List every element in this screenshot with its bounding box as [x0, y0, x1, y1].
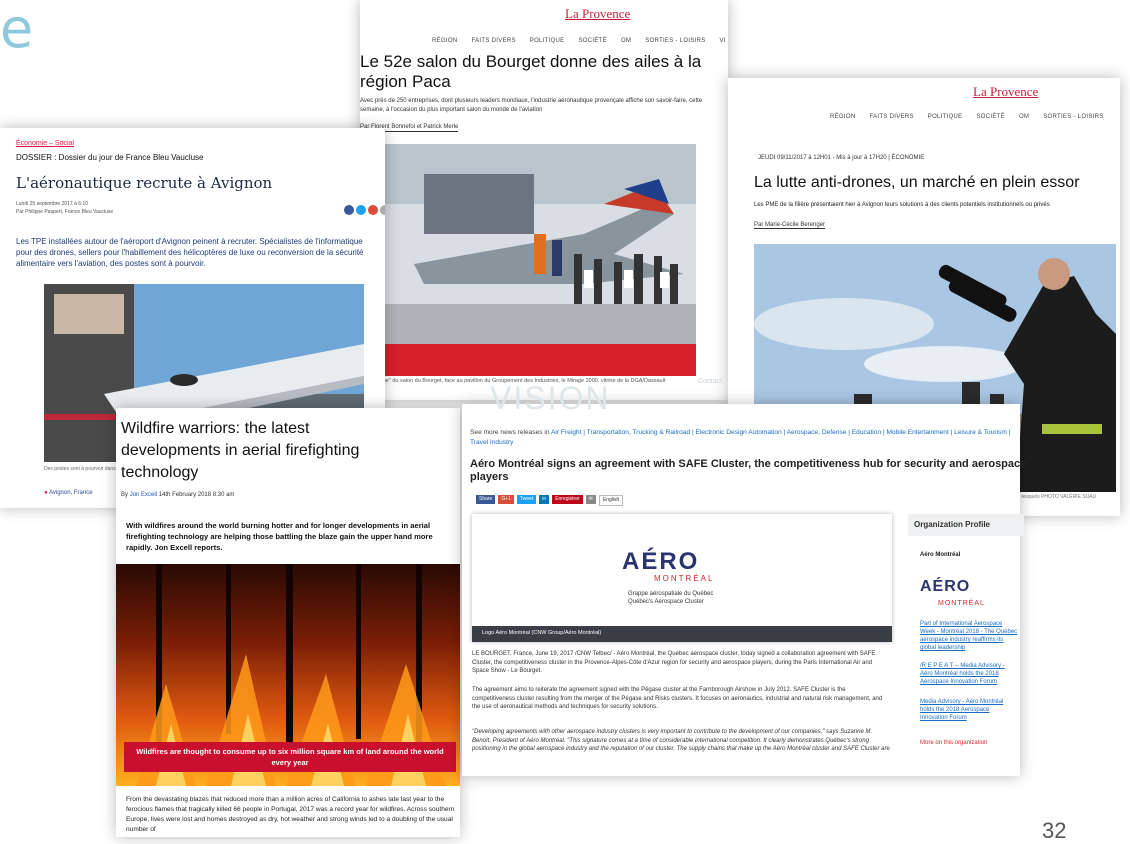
nav-item: SORTIES - LOISIRS: [1043, 114, 1104, 120]
org-news-link[interactable]: Part of International Aerospace Week - M…: [920, 620, 1018, 652]
org-news-link[interactable]: Media Advisory - Aéro Montréal holds the…: [920, 698, 1018, 722]
article-section: Économie – Social: [16, 140, 74, 147]
article-lead: Les PME de la filière présentaient hier …: [754, 202, 1050, 208]
byline-prefix: By: [121, 492, 129, 498]
org-logo: AÉRO: [920, 578, 971, 595]
share-bar: Share G+1 Tweet in Enregistrer ✉ English: [476, 495, 624, 506]
linkedin-button[interactable]: in: [539, 495, 550, 504]
twitter-icon[interactable]: [356, 205, 366, 215]
masthead: La Provence: [973, 84, 1039, 99]
organization-profile: Organization Profile Aéro Montréal AÉRO …: [908, 514, 1024, 776]
nav-item: POLITIQUE: [927, 114, 963, 120]
more-on-org-link[interactable]: More on this organization: [920, 740, 987, 746]
logo-caption: Logo Aéro Montréal (CNW Group/Aéro Montr…: [482, 630, 602, 636]
article-lead: Avec près de 250 entreprises, dont plusi…: [360, 98, 703, 113]
article-location: ● Avignon, France: [44, 490, 93, 496]
article-standfirst: With wildfires around the world burning …: [126, 521, 433, 552]
nav-item: POLITIQUE: [529, 38, 565, 44]
image-caption: Wildfires are thought to consume up to s…: [124, 742, 456, 772]
googleplus-icon[interactable]: [368, 205, 378, 215]
article-title: L'aéronautique recrute à Avignon: [16, 174, 273, 192]
airshow-photo: [384, 144, 696, 376]
clipping-aero-montreal: VISION Contact See more news releases in…: [462, 378, 1026, 776]
nav-item: FAITS DIVERS: [869, 114, 914, 120]
language-select[interactable]: English: [598, 495, 624, 506]
article-title: Le 52e salon du Bourget donne des ailes …: [360, 52, 702, 91]
share-button[interactable]: Share: [476, 495, 496, 504]
clipping-provence-salon: La Provence RÉGION FAITS DIVERS POLITIQU…: [360, 0, 728, 400]
location-label: Avignon, France: [48, 490, 93, 496]
nav-menu: RÉGION FAITS DIVERS POLITIQUE SOCIÉTÉ OM…: [830, 114, 1104, 120]
article-meta: JEUDI 09/11/2017 à 12H01 - Mis à jour à …: [758, 155, 925, 161]
facebook-icon[interactable]: [344, 205, 354, 215]
nav-item: VI: [719, 38, 726, 44]
more-share-icon[interactable]: [380, 205, 385, 215]
tweet-button[interactable]: Tweet: [516, 495, 537, 504]
release-category-links[interactable]: Air Freight | Transportation, Trucking &…: [470, 429, 1010, 446]
contact-link[interactable]: Contact: [698, 378, 722, 385]
org-profile-title: Organization Profile: [908, 514, 1024, 536]
article-byline: Par Philippe Paupert, France Bleu Vauclu…: [16, 209, 114, 215]
org-logo-subtitle: MONTRÉAL: [938, 600, 985, 607]
aero-montreal-logo: AÉRO: [622, 548, 700, 575]
logo-subtitle: MONTRÉAL: [654, 574, 715, 583]
nav-item: OM: [620, 38, 632, 44]
email-icon[interactable]: ✉: [585, 495, 596, 504]
article-date: 14th February 2018 8:30 am: [158, 492, 235, 498]
clipping-wildfire: Wildfire warriors: the latest developmen…: [116, 408, 460, 837]
logo-tagline: Grappe aérospatiale du Québec Québec's Ae…: [628, 591, 714, 605]
nav-item: OM: [1018, 114, 1030, 120]
release-paragraph: "Developing agreements with other aerosp…: [472, 729, 890, 752]
dossier-label: DOSSIER : Dossier du jour de France Bleu…: [16, 153, 204, 162]
logo-caption-bar: Logo Aéro Montréal (CNW Group/Aéro Montr…: [472, 626, 892, 642]
article-body: From the devastating blazes that reduced…: [126, 796, 455, 833]
nav-item: RÉGION: [830, 114, 856, 120]
article-author: Par Marie-Cécile Berenger: [754, 222, 826, 229]
article-title: La lutte anti-drones, un marché en plein…: [754, 174, 1080, 191]
masthead: La Provence: [565, 6, 631, 21]
gplus-button[interactable]: G+1: [498, 495, 514, 504]
nav-item: SORTIES - LOISIRS: [645, 38, 706, 44]
author-link[interactable]: Jon Excell: [130, 492, 157, 498]
article-byline: By Jon Excell 14th February 2018 8:30 am: [121, 492, 234, 498]
location-pin-icon: ●: [44, 490, 48, 496]
news-release-categories: See more news releases in Air Freight | …: [470, 428, 1018, 448]
nav-item: SOCIÉTÉ: [976, 114, 1005, 120]
slide-number: 32: [1042, 818, 1067, 843]
nav-menu: RÉGION FAITS DIVERS POLITIQUE SOCIÉTÉ OM…: [432, 38, 726, 44]
nav-item: SOCIÉTÉ: [578, 38, 607, 44]
releases-prefix: See more news releases in: [470, 429, 550, 436]
release-paragraph: LE BOURGET, France, June 19, 2017 /CNW T…: [472, 651, 876, 674]
nav-item: RÉGION: [432, 38, 458, 44]
org-name: Aéro Montréal: [920, 552, 961, 558]
slide-title-fragment: e: [0, 0, 34, 60]
article-title: Wildfire warriors: the latest developmen…: [121, 420, 360, 481]
share-buttons: [344, 205, 385, 215]
site-brand: VISION: [490, 380, 611, 416]
nav-item: FAITS DIVERS: [471, 38, 516, 44]
article-lead: Les TPE installées autour de l'aéroport …: [16, 237, 364, 268]
org-news-link[interactable]: /R E P E A T -- Media Advisory - Aéro Mo…: [920, 662, 1018, 686]
pinterest-button[interactable]: Enregistrer: [552, 495, 583, 504]
release-title: Aéro Montréal signs an agreement with SA…: [470, 458, 1027, 483]
release-paragraph: The agreement aims to reiterate the agre…: [472, 687, 883, 710]
logo-figure: AÉRO MONTRÉAL Grappe aérospatiale du Qué…: [472, 514, 892, 642]
article-date: Lundi 25 septembre 2017 à 6:10: [16, 201, 88, 207]
photo-caption: Des postes sont à pourvoir dans...: [44, 466, 120, 472]
